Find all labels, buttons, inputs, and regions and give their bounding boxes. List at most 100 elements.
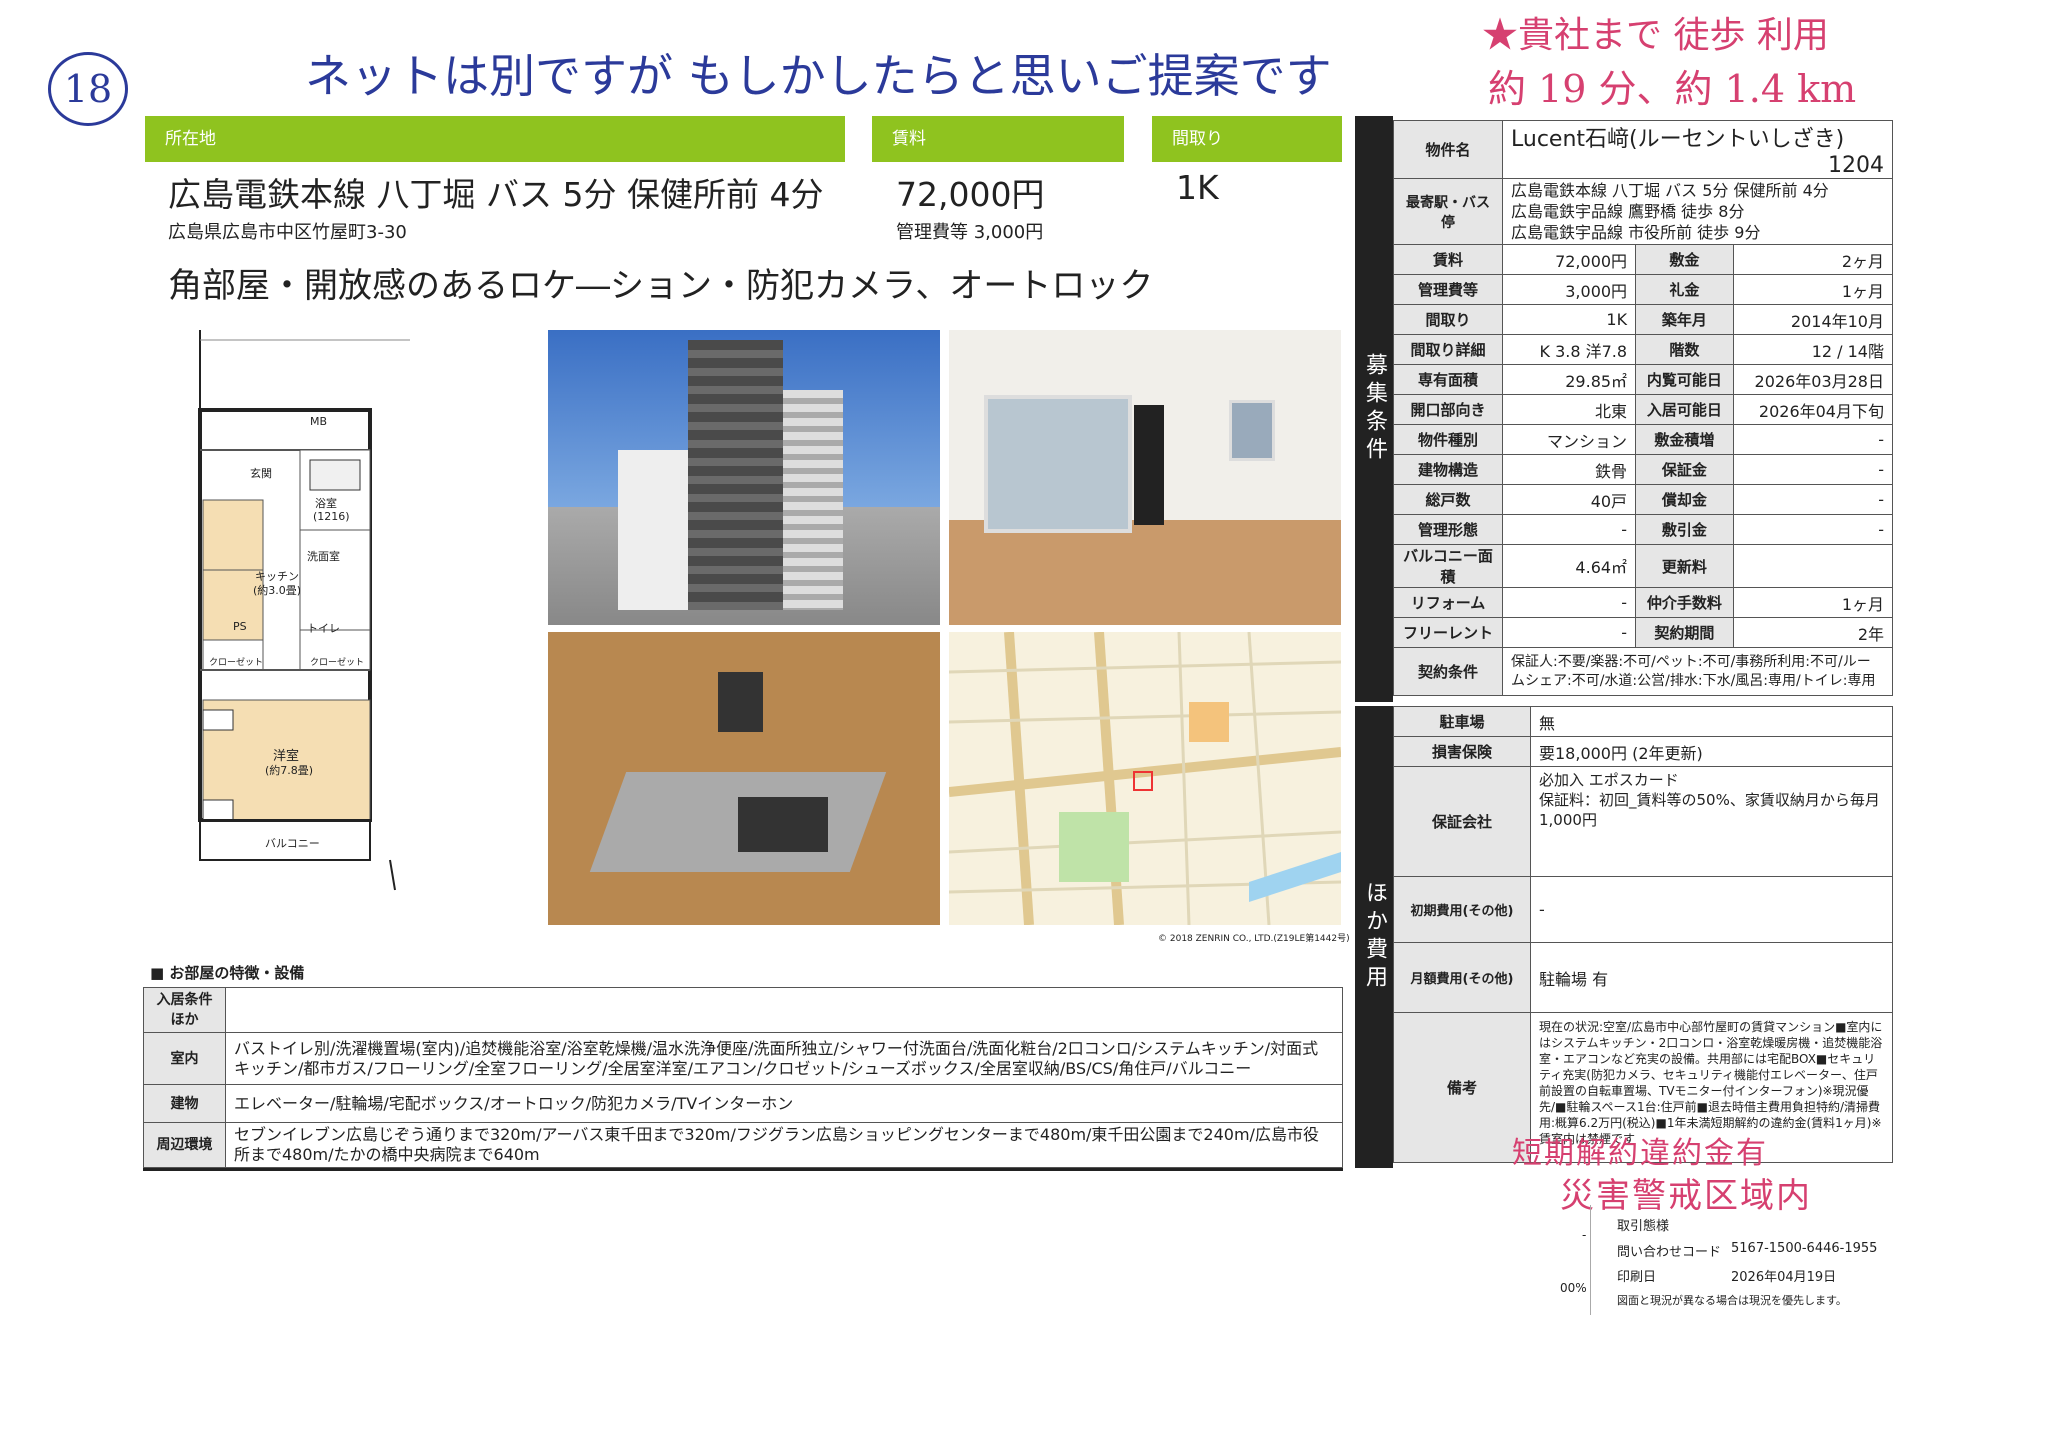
- station-item: 広島電鉄宇品線 市役所前 徒歩 9分: [1511, 223, 1761, 242]
- spec-row: 間取り詳細 K 3.8 洋7.8 階数 12 / 14階: [1393, 334, 1894, 365]
- features-table: 入居条件ほか 室内 バストイレ別/洗濯機置場(室内)/追焚機能浴室/浴室乾燥機/…: [143, 987, 1343, 1168]
- spec-label-left: 専有面積: [1393, 364, 1503, 395]
- spec-label-right: 償却金: [1635, 484, 1734, 515]
- room-photo: [949, 330, 1341, 625]
- spec-value-right: 2026年03月28日: [1732, 364, 1894, 395]
- other-row-label: 保証会社: [1393, 766, 1531, 877]
- other-row: 駐車場 無: [1393, 706, 1893, 737]
- catch-copy: 角部屋・開放感のあるロケ―ション・防犯カメラ、オートロック: [168, 266, 1154, 306]
- station-label: 最寄駅・バス停: [1393, 178, 1503, 245]
- map-copyright: © 2018 ZENRIN CO., LTD.(Z19LE第1442号): [1158, 934, 1350, 944]
- spec-value-left: -: [1501, 587, 1637, 618]
- spec-value-left: 72,000円: [1501, 244, 1637, 275]
- property-name: Lucent石﨑(ルーセントいしざき): [1511, 127, 1845, 152]
- features-row-label: 入居条件ほか: [143, 987, 226, 1033]
- spec-value-right: -: [1732, 424, 1894, 455]
- area-map: [949, 632, 1341, 925]
- spec-label-right: 更新料: [1635, 544, 1734, 588]
- spec-label-left: 開口部向き: [1393, 394, 1503, 425]
- property-spec-table: 物件名 Lucent石﨑(ルーセントいしざき) 1204 最寄駅・バス停 広島電…: [1393, 120, 1894, 696]
- spec-value-right: 1ヶ月: [1732, 587, 1894, 618]
- spec-label-right: 保証金: [1635, 454, 1734, 485]
- spec-label-left: 建物構造: [1393, 454, 1503, 485]
- footer-border: [1590, 1205, 1591, 1315]
- spec-value-right: -: [1732, 454, 1894, 485]
- side-label-other: ほか費用: [1355, 706, 1393, 1168]
- spec-label-right: 内覧可能日: [1635, 364, 1734, 395]
- fp-toilet: トイレ: [307, 622, 340, 635]
- summary-address: 広島県広島市中区竹屋町3-30: [168, 222, 407, 243]
- other-row-value: -: [1530, 876, 1893, 943]
- spec-row: バルコニー面積 4.64㎡ 更新料: [1393, 544, 1894, 588]
- room-floor: [949, 520, 1341, 625]
- spec-row: 総戸数 40戸 償却金 -: [1393, 484, 1894, 515]
- handwritten-note: ネットは別ですが もしかしたらと思いご提案です: [305, 49, 1332, 103]
- fp-bath: 浴室: [315, 497, 337, 510]
- building-white: [618, 450, 688, 610]
- other-row-value: 要18,000円 (2年更新): [1530, 736, 1893, 767]
- fp-mb: MB: [310, 415, 328, 428]
- features-row-label: 建物: [143, 1084, 226, 1123]
- spec-label-right: 敷引金: [1635, 514, 1734, 545]
- spec-label-left: 賃料: [1393, 244, 1503, 275]
- spec-label-right: 礼金: [1635, 274, 1734, 305]
- spec-value-right: 12 / 14階: [1732, 334, 1894, 365]
- spec-row: 賃料 72,000円 敷金 2ヶ月: [1393, 244, 1894, 275]
- fp-balcony: バルコニー: [265, 837, 320, 850]
- property-name-label: 物件名: [1393, 120, 1503, 179]
- other-row-label: 損害保険: [1393, 736, 1531, 767]
- features-title: ■ お部屋の特徴・設備: [150, 964, 305, 982]
- room-window: [984, 395, 1132, 533]
- kitchen-stove: [738, 797, 828, 852]
- footer-inquiry-label: 問い合わせコード: [1617, 1245, 1722, 1260]
- other-costs-table: 駐車場 無 損害保険 要18,000円 (2年更新) 保証会社 必加入 エポスカ…: [1393, 706, 1893, 1163]
- fp-kitchen-size: (約3.0畳): [253, 584, 302, 597]
- other-row-label: 駐車場: [1393, 706, 1531, 737]
- features-row-label: 室内: [143, 1032, 226, 1085]
- handwritten-distance-2: 約 19 分、約 1.4 km: [1488, 67, 1857, 111]
- features-row: 入居条件ほか: [143, 987, 1343, 1033]
- building-side: [783, 390, 843, 610]
- spec-row: フリーレント - 契約期間 2年: [1393, 617, 1894, 648]
- property-room: 1204: [1828, 153, 1884, 178]
- spec-value-left: 3,000円: [1501, 274, 1637, 305]
- header-location: 所在地: [145, 116, 845, 162]
- fp-washroom: 洗面室: [307, 550, 340, 563]
- spec-label-right: 入居可能日: [1635, 394, 1734, 425]
- features-row-value: セブンイレブン広島じぞう通りまで320m/アーバス東千田まで320m/フジグラン…: [225, 1122, 1343, 1168]
- property-name-cell: Lucent石﨑(ルーセントいしざき) 1204: [1502, 120, 1893, 179]
- other-row: 初期費用(その他) -: [1393, 876, 1893, 943]
- other-row: 保証会社 必加入 エポスカード 保証料：初回_賃料等の50%、家賃収納月から毎月…: [1393, 766, 1893, 877]
- station-row: 最寄駅・バス停 広島電鉄本線 八丁堀 バス 5分 保健所前 4分 広島電鉄宇品線…: [1393, 178, 1893, 245]
- spec-value-left: 4.64㎡: [1501, 544, 1637, 588]
- features-row: 室内 バストイレ別/洗濯機置場(室内)/追焚機能浴室/浴室乾燥機/温水洗浄便座/…: [143, 1032, 1343, 1085]
- handwritten-distance-1: ★貴社まで 徒歩 利用: [1482, 15, 1829, 56]
- spec-value-right: [1732, 544, 1894, 588]
- spec-label-left: バルコニー面積: [1393, 544, 1503, 588]
- station-item: 広島電鉄宇品線 鷹野橋 徒歩 8分: [1511, 202, 1745, 221]
- floor-plan: MB 玄関 浴室 (1216) 洗面室 キッチン (約3.0畳) PS トイレ …: [195, 330, 410, 920]
- spec-label-left: リフォーム: [1393, 587, 1503, 618]
- spec-value-left: 40戸: [1501, 484, 1637, 515]
- footer-inquiry-code: 5167-1500-6446-1955: [1731, 1241, 1878, 1256]
- spec-label-left: 物件種別: [1393, 424, 1503, 455]
- spec-row: 間取り 1K 築年月 2014年10月: [1393, 304, 1894, 335]
- kitchen-photo: [548, 632, 940, 925]
- spec-value-right: -: [1732, 484, 1894, 515]
- spec-value-right: 2年: [1732, 617, 1894, 648]
- spec-value-left: 鉄骨: [1501, 454, 1637, 485]
- kitchen-window: [718, 672, 763, 732]
- spec-rows: 賃料 72,000円 敷金 2ヶ月 管理費等 3,000円 礼金 1ヶ月 間取り 1K 築年月 201…: [1393, 244, 1894, 648]
- footer-trade-type: 取引態様: [1617, 1219, 1670, 1234]
- spec-label-left: 間取り詳細: [1393, 334, 1503, 365]
- station-item: 広島電鉄本線 八丁堀 バス 5分 保健所前 4分: [1511, 181, 1829, 200]
- contract-label: 契約条件: [1393, 647, 1503, 696]
- spec-label-left: 間取り: [1393, 304, 1503, 335]
- map-drawing: [949, 632, 1341, 925]
- spec-row: リフォーム - 仲介手数料 1ヶ月: [1393, 587, 1894, 618]
- room-small-window: [1229, 400, 1275, 461]
- spec-label-right: 仲介手数料: [1635, 587, 1734, 618]
- spec-value-left: 29.85㎡: [1501, 364, 1637, 395]
- summary-rent: 72,000円: [896, 175, 1045, 214]
- features-row-value: バストイレ別/洗濯機置場(室内)/追焚機能浴室/浴室乾燥機/温水洗浄便座/洗面所…: [225, 1032, 1343, 1085]
